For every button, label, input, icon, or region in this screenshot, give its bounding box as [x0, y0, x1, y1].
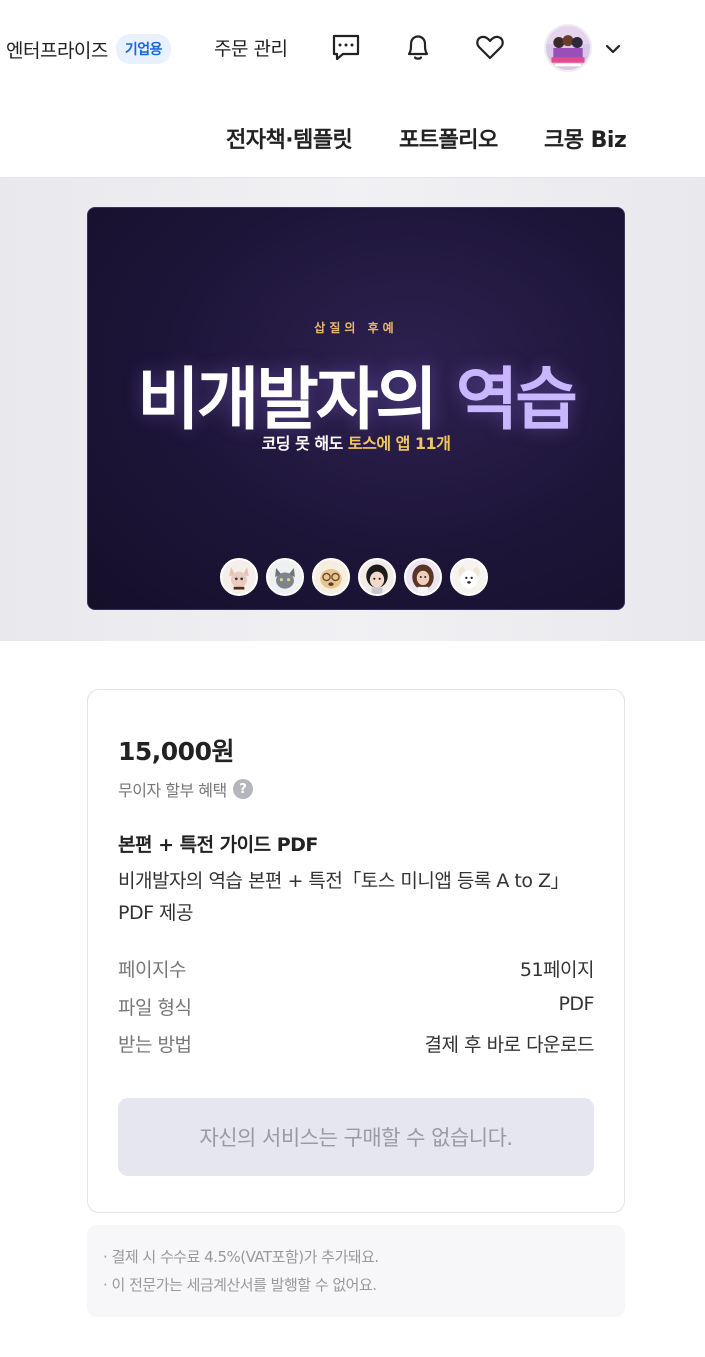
cover-title-highlight: 역습 — [455, 361, 578, 440]
white-dog-avatar — [450, 558, 488, 596]
chat-icon[interactable] — [329, 30, 363, 64]
purchase-card: 15,000원 무이자 할부 혜택 ? 본편 + 특전 가이드 PDF 비개발자… — [87, 689, 625, 1213]
girl-black-hair-avatar — [358, 558, 396, 596]
nav-item-ebook[interactable]: 전자책·템플릿 — [226, 122, 353, 154]
profile-avatar[interactable] — [544, 24, 592, 72]
top-bar: 엔터프라이즈 기업용 주문 관리 — [0, 0, 705, 96]
nav-item-biz[interactable]: 크몽 Biz — [544, 122, 627, 154]
bell-icon[interactable] — [401, 30, 435, 64]
gray-cat-avatar — [266, 558, 304, 596]
cover-tagline-highlight: 토스에 앱 11개 — [347, 434, 451, 453]
product-cover-image[interactable]: 삽질의 후예 비개발자의 역습 코딩 못 해도 토스에 앱 11개 — [87, 207, 625, 610]
cover-subtitle: 삽질의 후예 — [314, 321, 398, 335]
orders-link[interactable]: 주문 관리 — [214, 34, 288, 61]
enterprise-link[interactable]: 엔터프라이즈 기업용 — [6, 34, 172, 64]
spec-row-delivery: 받는 방법 결제 후 바로 다운로드 — [118, 1030, 595, 1057]
price: 15,000원 — [118, 737, 234, 766]
cover-title: 비개발자의 역습 — [88, 344, 624, 443]
installment-benefit: 무이자 할부 혜택 ? — [118, 777, 253, 801]
spec-key: 페이지수 — [118, 959, 186, 981]
spec-value: 51페이지 — [519, 959, 595, 981]
package-title: 본편 + 특전 가이드 PDF — [118, 834, 318, 856]
fee-notice: · 결제 시 수수료 4.5%(VAT포함)가 추가돼요. · 이 전문가는 세… — [87, 1225, 625, 1317]
spec-value: PDF — [558, 993, 594, 1015]
enterprise-label: 엔터프라이즈 — [6, 39, 108, 62]
package-description: 비개발자의 역습 본편 + 특전「토스 미니앱 등록 A to Z」PDF 제공 — [118, 870, 570, 924]
cover-tagline-main: 코딩 못 해도 — [261, 434, 344, 453]
sphynx-cat-avatar — [220, 558, 258, 596]
notice-line: · 결제 시 수수료 4.5%(VAT포함)가 추가돼요. — [103, 1248, 379, 1266]
installment-label: 무이자 할부 혜택 — [118, 781, 227, 800]
spec-value: 결제 후 바로 다운로드 — [424, 1034, 595, 1056]
spec-row-format: 파일 형식 PDF — [118, 993, 594, 1020]
dog-glasses-avatar — [312, 558, 350, 596]
cover-tagline: 코딩 못 해도 토스에 앱 11개 — [88, 430, 624, 454]
nav-item-portfolio[interactable]: 포트폴리오 — [399, 122, 498, 154]
character-avatars — [220, 558, 488, 596]
heart-icon[interactable] — [473, 30, 507, 64]
spec-key: 파일 형식 — [118, 997, 192, 1019]
chevron-down-icon[interactable] — [602, 38, 624, 60]
notice-line: · 이 전문가는 세금계산서를 발행할 수 없어요. — [103, 1276, 377, 1294]
purchase-button-disabled[interactable]: 자신의 서비스는 구매할 수 없습니다. — [118, 1098, 594, 1176]
cover-title-main: 비개발자의 — [137, 361, 438, 440]
girl-brown-hair-avatar — [404, 558, 442, 596]
spec-key: 받는 방법 — [118, 1034, 192, 1056]
category-nav: 전자책·템플릿 포트폴리오 크몽 Biz — [0, 122, 705, 162]
help-icon[interactable]: ? — [232, 779, 253, 799]
spec-row-pages: 페이지수 51페이지 — [118, 955, 595, 982]
enterprise-badge: 기업용 — [115, 34, 172, 64]
